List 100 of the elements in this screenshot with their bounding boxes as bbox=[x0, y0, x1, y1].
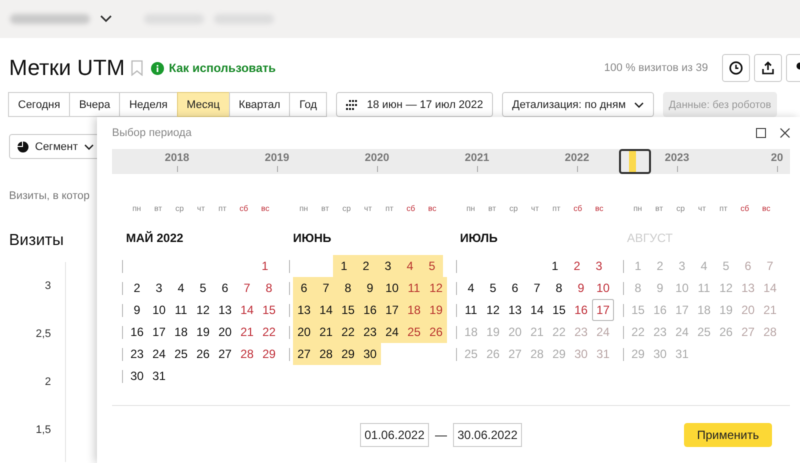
calendar-day[interactable]: 11 bbox=[170, 299, 192, 321]
period-tab[interactable]: Сегодня bbox=[8, 92, 70, 117]
calendar-day[interactable]: 19 bbox=[192, 321, 214, 343]
calendar-day[interactable]: 15 bbox=[548, 299, 570, 321]
calendar-day[interactable]: 6 bbox=[214, 277, 236, 299]
calendar-day[interactable]: 6 bbox=[504, 277, 526, 299]
calendar-day[interactable]: 8 bbox=[258, 277, 280, 299]
range-handle[interactable] bbox=[619, 149, 651, 174]
info-icon bbox=[150, 62, 164, 74]
export-button[interactable] bbox=[754, 54, 782, 82]
calendar-day[interactable]: 21 bbox=[315, 321, 337, 343]
calendar-day[interactable]: 6 bbox=[293, 277, 315, 299]
calendar-day[interactable]: 2 bbox=[566, 255, 588, 277]
detail-dropdown[interactable]: Детализация: по дням bbox=[502, 92, 654, 117]
calendar-day[interactable]: 18 bbox=[170, 321, 192, 343]
period-tab[interactable]: Квартал bbox=[228, 92, 290, 117]
calendar-day[interactable]: 3 bbox=[588, 255, 610, 277]
maximize-icon[interactable] bbox=[756, 128, 766, 138]
calendar-day[interactable]: 8 bbox=[548, 277, 570, 299]
calendar-day[interactable]: 1 bbox=[544, 255, 566, 277]
calendar-day[interactable]: 27 bbox=[214, 343, 236, 365]
calendar-day[interactable]: 23 bbox=[359, 321, 381, 343]
date-from-field[interactable]: 01.06.2022 bbox=[360, 422, 429, 446]
calendar-day[interactable]: 10 bbox=[592, 277, 614, 299]
calendar-day[interactable]: 1 bbox=[254, 255, 276, 277]
calendar-day[interactable]: 4 bbox=[170, 277, 192, 299]
calendar-day[interactable]: 22 bbox=[337, 321, 359, 343]
calendar-day[interactable]: 14 bbox=[526, 299, 548, 321]
calendar-day[interactable]: 27 bbox=[293, 343, 315, 365]
calendar-day[interactable]: 30 bbox=[126, 365, 148, 387]
calendar-day[interactable]: 17 bbox=[592, 299, 614, 321]
calendar-day[interactable]: 11 bbox=[460, 299, 482, 321]
calendar-day[interactable]: 20 bbox=[214, 321, 236, 343]
calendar-day[interactable]: 5 bbox=[421, 255, 443, 277]
calendar-day[interactable]: 13 bbox=[214, 299, 236, 321]
close-icon[interactable] bbox=[780, 128, 790, 138]
calendar-day[interactable]: 12 bbox=[482, 299, 504, 321]
calendar-day[interactable]: 2 bbox=[355, 255, 377, 277]
date-to-field[interactable]: 30.06.2022 bbox=[453, 422, 522, 446]
calendar-day[interactable]: 19 bbox=[425, 299, 447, 321]
calendar-day[interactable]: 9 bbox=[126, 299, 148, 321]
calendar-day[interactable]: 30 bbox=[359, 343, 381, 365]
calendar-day[interactable]: 31 bbox=[148, 365, 170, 387]
chevron-down-icon[interactable] bbox=[100, 15, 112, 23]
weekday-label: чт bbox=[196, 204, 206, 213]
calendar-day[interactable]: 9 bbox=[570, 277, 592, 299]
calendar-day[interactable]: 29 bbox=[337, 343, 359, 365]
calendar-day[interactable]: 15 bbox=[337, 299, 359, 321]
calendar-day[interactable]: 25 bbox=[403, 321, 425, 343]
period-tab[interactable]: Месяц bbox=[176, 92, 230, 117]
calendar-day[interactable]: 10 bbox=[381, 277, 403, 299]
calendar-day[interactable]: 12 bbox=[425, 277, 447, 299]
calendar-day[interactable]: 8 bbox=[337, 277, 359, 299]
calendar-day[interactable]: 15 bbox=[258, 299, 280, 321]
calendar-day[interactable]: 14 bbox=[315, 299, 337, 321]
calendar-day[interactable]: 3 bbox=[377, 255, 399, 277]
calendar-day[interactable]: 9 bbox=[359, 277, 381, 299]
calendar-day[interactable]: 4 bbox=[399, 255, 421, 277]
calendar-day[interactable]: 10 bbox=[148, 299, 170, 321]
calendar-day[interactable]: 7 bbox=[315, 277, 337, 299]
calendar-day[interactable]: 1 bbox=[333, 255, 355, 277]
calendar-day[interactable]: 16 bbox=[570, 299, 592, 321]
calendar-day[interactable]: 28 bbox=[315, 343, 337, 365]
period-tab[interactable]: Год bbox=[289, 92, 327, 117]
calendar-day[interactable]: 13 bbox=[504, 299, 526, 321]
calendar-day[interactable]: 26 bbox=[425, 321, 447, 343]
calendar-day[interactable]: 7 bbox=[236, 277, 258, 299]
calendar-day[interactable]: 7 bbox=[526, 277, 548, 299]
calendar-day[interactable]: 5 bbox=[192, 277, 214, 299]
date-range-button[interactable]: 18 июн — 17 июл 2022 bbox=[336, 92, 494, 117]
calendar-day[interactable]: 24 bbox=[381, 321, 403, 343]
calendar-day[interactable]: 17 bbox=[381, 299, 403, 321]
calendar-day[interactable]: 22 bbox=[258, 321, 280, 343]
calendar-day[interactable]: 26 bbox=[192, 343, 214, 365]
calendar-day[interactable]: 18 bbox=[403, 299, 425, 321]
calendar-day[interactable]: 17 bbox=[148, 321, 170, 343]
calendar-day[interactable]: 20 bbox=[293, 321, 315, 343]
calendar-day[interactable]: 28 bbox=[236, 343, 258, 365]
help-link[interactable]: Как использовать bbox=[168, 61, 276, 75]
period-tab[interactable]: Вчера bbox=[69, 92, 120, 117]
apply-button[interactable]: Применить bbox=[684, 422, 772, 446]
calendar-day[interactable]: 21 bbox=[236, 321, 258, 343]
history-button[interactable] bbox=[722, 54, 750, 82]
calendar-day[interactable]: 12 bbox=[192, 299, 214, 321]
calendar-day[interactable]: 11 bbox=[403, 277, 425, 299]
calendar-day[interactable]: 13 bbox=[293, 299, 315, 321]
period-tab[interactable]: Неделя bbox=[119, 92, 178, 117]
calendar-day[interactable]: 14 bbox=[236, 299, 258, 321]
weekday-label: сб bbox=[406, 204, 416, 213]
calendar-day[interactable]: 16 bbox=[126, 321, 148, 343]
calendar-day[interactable]: 23 bbox=[126, 343, 148, 365]
calendar-day[interactable]: 24 bbox=[148, 343, 170, 365]
calendar-day[interactable]: 2 bbox=[126, 277, 148, 299]
calendar-day[interactable]: 4 bbox=[460, 277, 482, 299]
year-timeline[interactable]: 2018 2019 2020 2021 2022 2023 20 bbox=[112, 149, 790, 174]
calendar-day[interactable]: 25 bbox=[170, 343, 192, 365]
calendar-day[interactable]: 3 bbox=[148, 277, 170, 299]
calendar-day[interactable]: 5 bbox=[482, 277, 504, 299]
calendar-day[interactable]: 29 bbox=[258, 343, 280, 365]
calendar-day[interactable]: 16 bbox=[359, 299, 381, 321]
